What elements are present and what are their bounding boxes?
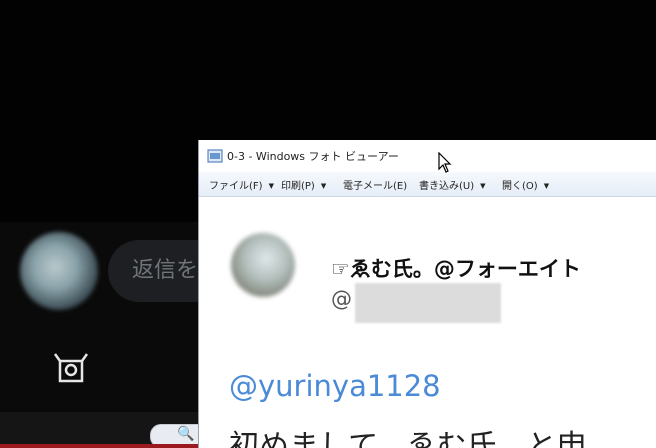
title-bar[interactable]: 0-3 - Windows フォト ビューアー (199, 140, 656, 172)
chevron-down-icon: ▼ (320, 182, 327, 190)
search-icon: 🔍 (177, 426, 195, 442)
menu-open[interactable]: 開く(O) ▼ (502, 177, 549, 192)
menu-print[interactable]: 印刷(P) ▼ (281, 177, 326, 192)
photo-viewer-window: 0-3 - Windows フォト ビューアー ファイル(F) ▼ 印刷(P) ▼ … (198, 140, 656, 448)
tweet-reply-to: @yurinya1128 (229, 369, 441, 403)
chevron-down-icon: ▼ (543, 182, 550, 190)
chevron-down-icon: ▼ (480, 182, 486, 190)
menu-file[interactable]: ファイル(F) ▼ (209, 177, 274, 192)
tweet-display-name: ☞ゑむ氏。@フォーエイト (331, 257, 581, 281)
chevron-down-icon: ▼ (268, 182, 274, 190)
menu-bar: ファイル(F) ▼ 印刷(P) ▼ 電子メール(E) 書き込み(U) ▼ 開く(O) ▼ (199, 172, 656, 197)
tweet-text: 初めまして、ゑむ氏、と申 (229, 429, 587, 448)
tweet-handle-prefix: @ (331, 287, 352, 311)
menu-burn[interactable]: 書き込み(U) ▼ (419, 177, 486, 192)
image-display: ☞ゑむ氏。@フォーエイト @ @yurinya1128 初めまして、ゑむ氏、と申 (199, 197, 656, 448)
menu-email[interactable]: 電子メール(E) (343, 177, 407, 192)
camera-icon[interactable] (52, 350, 90, 384)
background-user-avatar (20, 232, 98, 310)
avatar (231, 233, 295, 297)
photo-viewer-icon (207, 149, 223, 163)
window-title: 0-3 - Windows フォト ビューアー (227, 150, 399, 163)
mouse-cursor-icon (438, 152, 452, 173)
redacted-handle (355, 283, 501, 323)
